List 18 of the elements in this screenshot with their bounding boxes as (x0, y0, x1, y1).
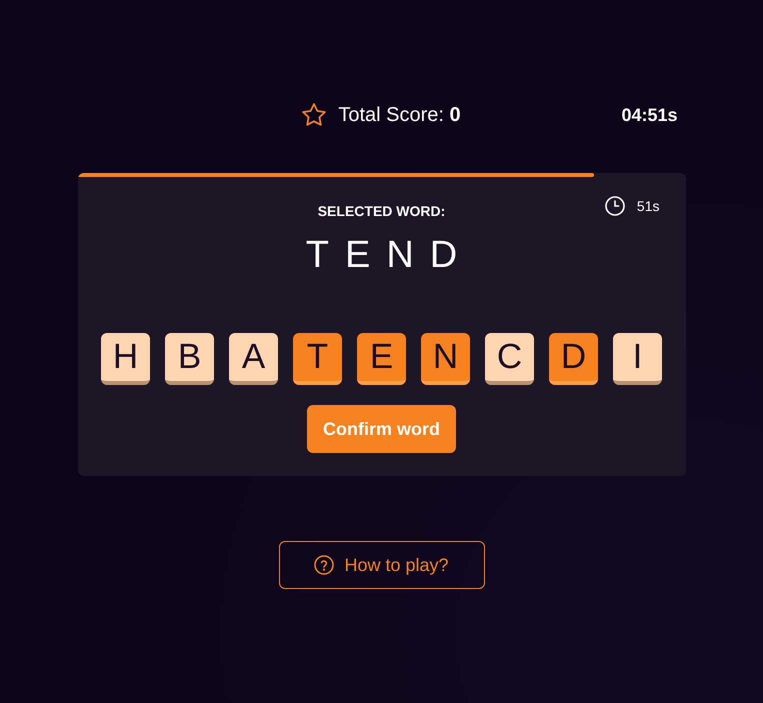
letter-tile[interactable]: C (485, 333, 534, 385)
round-timer: 51s (636, 198, 660, 214)
letter-tile[interactable]: T (293, 333, 342, 385)
star-icon (302, 103, 326, 127)
game-timer: 04:51s (621, 104, 678, 126)
letter-tile[interactable]: D (549, 333, 598, 385)
letter-tile[interactable]: H (101, 333, 150, 385)
help-icon (314, 555, 334, 575)
letter-tile[interactable]: E (357, 333, 406, 385)
selected-word-label: SELECTED WORD: (318, 203, 446, 219)
total-score: Total Score: 0 (338, 104, 461, 126)
letter-tile[interactable]: B (165, 333, 214, 385)
letter-tile[interactable]: A (229, 333, 278, 385)
letter-tile[interactable]: I (613, 333, 662, 385)
selected-word: TEND (304, 233, 474, 277)
letter-tile[interactable]: N (421, 333, 470, 385)
clock-icon (604, 196, 625, 216)
how-to-play-button[interactable]: How to play? (278, 541, 484, 589)
